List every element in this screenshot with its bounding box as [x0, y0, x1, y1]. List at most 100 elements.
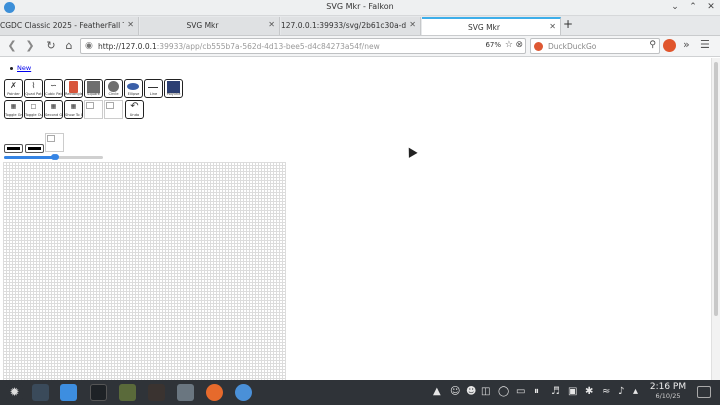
nav-list-item: New [10, 64, 31, 72]
undo-button[interactable]: ↶ Undo [125, 100, 144, 119]
opacity-slider[interactable] [53, 154, 103, 160]
broken-image-icon [45, 133, 64, 152]
show-to-grid-button[interactable]: ▦ Show To Grid [64, 100, 83, 119]
maximize-icon[interactable]: ⌃ [688, 2, 698, 12]
ellipse-tool-button[interactable]: Ellipse [124, 79, 143, 98]
toggle-grid-button[interactable]: ▦ Toggle Grid [4, 100, 23, 119]
tool-label: Line [149, 92, 158, 96]
tool-label: Square [87, 92, 100, 96]
bullet [10, 66, 13, 70]
tool-label: Toggle Outline [25, 113, 43, 117]
tab-label: SVG Mkr [186, 21, 219, 30]
firefox-icon[interactable] [206, 384, 223, 401]
bluetooth-icon[interactable]: ✱ [585, 386, 593, 397]
user-icon[interactable]: ☺ [450, 386, 460, 397]
scrollbar-thumb[interactable] [714, 62, 718, 316]
reload-icon[interactable]: ↻ [44, 39, 58, 53]
close-icon[interactable]: ✕ [706, 2, 716, 12]
file-manager-icon[interactable] [60, 384, 77, 401]
undo-icon: ↶ [130, 101, 139, 112]
terminal-icon[interactable] [90, 384, 107, 401]
game-icon[interactable] [148, 384, 165, 401]
more-tools-chevron-icon[interactable]: » [683, 38, 690, 51]
polyline-tool-button[interactable]: Polyline [164, 79, 183, 98]
system-clock[interactable]: 2:16 PM 6/10/25 [645, 382, 691, 400]
square-tool-button[interactable]: Square [84, 79, 103, 98]
forward-icon[interactable]: ❯ [23, 39, 37, 53]
second-grid-button[interactable]: ▦ Second Grid [44, 100, 63, 119]
speaker-icon[interactable]: ♪ [618, 386, 624, 397]
tool-label: Second Grid [45, 113, 63, 117]
tab-close-icon[interactable]: ✕ [409, 20, 416, 29]
slider-knob[interactable] [53, 154, 59, 160]
toggle-outline-button[interactable]: □ Toggle Outline [24, 100, 43, 119]
hp-icon[interactable]: ◯ [498, 386, 509, 397]
stroke-width-slider[interactable] [4, 154, 57, 160]
broken-image-icon[interactable] [84, 100, 103, 119]
cubic-path-tool-button[interactable]: ∽ Cubic Pat [44, 79, 63, 98]
system-settings-icon[interactable] [32, 384, 49, 401]
tool-label: Show To Grid [65, 113, 82, 117]
search-icon[interactable]: ⚲ [649, 40, 656, 50]
window-title: SVG Mkr - Falkon [326, 2, 394, 11]
accessibility-icon[interactable]: ☻ [466, 386, 476, 397]
pointer-tool-button[interactable]: ✗ Pointer [4, 79, 23, 98]
tab-label: CGDC Classic 2025 - FeatherFall TD [0, 21, 124, 30]
fill-color-picker[interactable] [4, 144, 23, 153]
page-info-icon[interactable]: ◉ [85, 41, 93, 51]
falkon-icon[interactable] [235, 384, 252, 401]
monitor-icon[interactable] [177, 384, 194, 401]
search-placeholder: DuckDuckGo [548, 42, 597, 51]
tool-label: Circle [108, 92, 119, 96]
tab-label: 127.0.0.1:39933/svg/2b61c30a-d1... [281, 21, 406, 30]
minimize-icon[interactable]: ⌄ [670, 2, 680, 12]
tab-svg-mkr-active[interactable]: SVG Mkr ✕ [422, 17, 561, 35]
image-viewer-icon[interactable] [119, 384, 136, 401]
back-icon[interactable]: ❮ [5, 39, 19, 53]
navigation-toolbar: ❮ ❯ ↻ ⌂ ◉ http://127.0.0.1:39933/app/cb5… [0, 36, 720, 57]
ellipse-icon [127, 83, 139, 90]
duckduckgo-icon [534, 42, 543, 51]
tab-cgdc[interactable]: CGDC Classic 2025 - FeatherFall TD ✕ [0, 17, 139, 35]
url-text: http://127.0.0.1:39933/app/cb555b7a-562d… [98, 42, 380, 51]
circle-tool-button[interactable]: Circle [104, 79, 123, 98]
tray-expand-icon[interactable]: ▴ [633, 386, 638, 397]
new-tab-icon[interactable]: + [563, 17, 573, 31]
taskbar: ✹ ▲ ☺ ☻ ◫ ◯ ▭ ⏸ ♬ ▣ ✱ ≈ ♪ ▴ 2:16 PM 6/10… [0, 380, 720, 405]
show-grid-icon: ▦ [70, 103, 77, 110]
zoom-level[interactable]: 67% [485, 41, 501, 49]
tab-svg-preview[interactable]: 127.0.0.1:39933/svg/2b61c30a-d1... ✕ [281, 17, 421, 35]
tab-svg-mkr-1[interactable]: SVG Mkr ✕ [140, 17, 280, 35]
drawing-canvas[interactable] [3, 162, 286, 380]
page-scrollbar[interactable] [711, 58, 720, 380]
rss-icon[interactable]: ⊗ [515, 40, 523, 50]
new-link[interactable]: New [17, 64, 31, 72]
wifi-icon[interactable]: ≈ [602, 386, 610, 397]
quad-path-tool-button[interactable]: ⌇ Quad Pat [24, 79, 43, 98]
clock-time: 2:16 PM [649, 382, 687, 392]
tab-bar: CGDC Classic 2025 - FeatherFall TD ✕ SVG… [0, 16, 720, 36]
tool-label: Pointer [7, 92, 20, 96]
bookmark-star-icon[interactable]: ☆ [505, 40, 513, 50]
tab-close-icon[interactable]: ✕ [127, 20, 134, 29]
main-menu-icon[interactable]: ☰ [700, 38, 710, 51]
tab-close-icon[interactable]: ✕ [549, 22, 556, 31]
address-bar[interactable]: ◉ http://127.0.0.1:39933/app/cb555b7a-56… [80, 38, 526, 54]
home-icon[interactable]: ⌂ [62, 39, 76, 53]
broken-image-icon[interactable] [104, 100, 123, 119]
show-desktop-icon[interactable] [697, 386, 711, 398]
line-tool-button[interactable]: Line [144, 79, 163, 98]
volume-icon[interactable]: ♬ [551, 386, 560, 397]
clipboard-icon[interactable]: ◫ [481, 386, 490, 397]
storage-icon[interactable]: ▣ [568, 386, 577, 397]
application-launcher-icon[interactable]: ✹ [6, 384, 23, 401]
stroke-color-picker[interactable] [25, 144, 44, 153]
line-icon [148, 87, 158, 88]
tab-close-icon[interactable]: ✕ [268, 20, 275, 29]
search-box[interactable]: DuckDuckGo ⚲ [530, 38, 660, 54]
pause-icon[interactable]: ⏸ [534, 386, 539, 397]
adblock-icon[interactable] [663, 39, 676, 52]
rectangle-tool-button[interactable]: Rectangle [64, 79, 83, 98]
network-activity-icon[interactable]: ▲ [433, 386, 441, 397]
battery-icon[interactable]: ▭ [516, 386, 525, 397]
